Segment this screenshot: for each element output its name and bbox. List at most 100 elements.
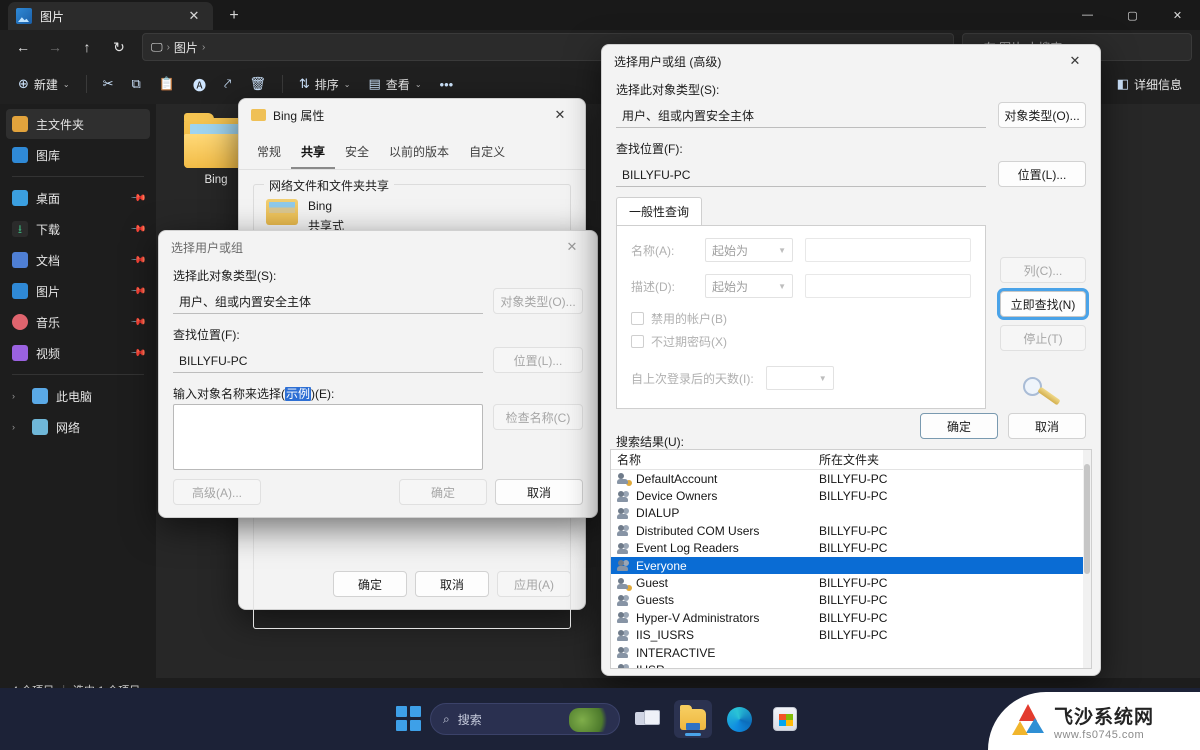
table-row[interactable]: Device Owners BILLYFU-PC <box>611 487 1091 504</box>
checkbox-disabled-accounts[interactable] <box>631 312 644 325</box>
adv-locations-button[interactable]: 位置(L)... <box>998 161 1086 187</box>
tab-customize[interactable]: 自定义 <box>459 137 515 169</box>
taskbar-file-explorer[interactable] <box>674 700 712 738</box>
forward-icon[interactable]: → <box>40 33 70 61</box>
locations-button[interactable]: 位置(L)... <box>493 347 583 373</box>
details-pane-button[interactable]: ◧ 详细信息 <box>1109 69 1190 99</box>
pin-icon-4[interactable]: 📌 <box>129 283 146 300</box>
chevron-right-icon[interactable]: › <box>12 391 24 401</box>
apply-button[interactable]: 应用(A) <box>497 571 571 597</box>
sidebar-item-videos[interactable]: 视频 📌 <box>6 338 150 368</box>
close-icon[interactable]: ✕ <box>183 5 205 27</box>
pin-icon[interactable]: 📌 <box>129 190 146 207</box>
adv-ok-button[interactable]: 确定 <box>920 413 998 439</box>
sidebar-item-gallery[interactable]: 图库 <box>6 140 150 170</box>
back-icon[interactable]: ← <box>8 33 38 61</box>
object-types-button[interactable]: 对象类型(O)... <box>493 288 583 314</box>
tab-security[interactable]: 安全 <box>335 137 379 169</box>
close-icon[interactable]: ✕ <box>1058 46 1092 76</box>
sidebar-item-documents[interactable]: 文档 📌 <box>6 245 150 275</box>
rename-button[interactable]: 🅐 <box>185 69 214 99</box>
table-row[interactable]: IUSR <box>611 661 1091 668</box>
stop-button[interactable]: 停止(T) <box>1000 325 1086 351</box>
start-button[interactable] <box>396 706 422 732</box>
pin-icon-3[interactable]: 📌 <box>129 252 146 269</box>
check-names-button[interactable]: 检查名称(C) <box>493 404 583 430</box>
examples-link[interactable]: 示例 <box>285 387 312 401</box>
location-field[interactable]: BILLYFU-PC <box>173 349 483 373</box>
adv-object-type-field[interactable]: 用户、组或内置安全主体 <box>616 104 986 128</box>
close-button[interactable]: ✕ <box>1155 0 1200 30</box>
tab-common-queries[interactable]: 一般性查询 <box>616 197 703 225</box>
sidebar-item-network[interactable]: › 网络 <box>6 412 150 442</box>
table-row[interactable]: DIALUP <box>611 505 1091 522</box>
pin-icon-2[interactable]: 📌 <box>129 221 146 238</box>
query-name-operator[interactable]: 起始为 ▼ <box>705 238 793 262</box>
sidebar-item-home[interactable]: 主文件夹 <box>6 109 150 139</box>
table-row[interactable]: DefaultAccount BILLYFU-PC <box>611 470 1091 487</box>
share-button[interactable]: ⤤ <box>216 69 239 99</box>
explorer-tab-pictures[interactable]: 图片 ✕ <box>8 2 213 30</box>
sidebar-item-pictures[interactable]: 图片 📌 <box>6 276 150 306</box>
checkbox-non-expiring-password[interactable] <box>631 335 644 348</box>
adv-cancel-button[interactable]: 取消 <box>1008 413 1086 439</box>
more-button[interactable]: ••• <box>432 69 462 99</box>
tab-previous-versions[interactable]: 以前的版本 <box>379 137 459 169</box>
sidebar-item-music[interactable]: 音乐 📌 <box>6 307 150 337</box>
ok-button[interactable]: 确定 <box>399 479 487 505</box>
paste-button[interactable]: 📋 <box>151 69 183 99</box>
delete-button[interactable]: 🗑 <box>241 69 274 99</box>
up-icon[interactable]: ↑ <box>72 33 102 61</box>
object-names-input[interactable] <box>173 404 483 470</box>
sidebar-item-desktop[interactable]: 桌面 📌 <box>6 183 150 213</box>
results-scrollbar[interactable] <box>1083 450 1091 668</box>
minimize-button[interactable]: — <box>1065 0 1110 30</box>
scrollbar-thumb[interactable] <box>1084 464 1090 574</box>
table-row[interactable]: Guests BILLYFU-PC <box>611 592 1091 609</box>
table-row[interactable]: Guest BILLYFU-PC <box>611 574 1091 591</box>
tab-general[interactable]: 常规 <box>247 137 291 169</box>
taskbar-edge[interactable] <box>720 700 758 738</box>
maximize-button[interactable]: ▢ <box>1110 0 1155 30</box>
search-results-list[interactable]: 名称 所在文件夹 DefaultAccount BILLYFU-PC Devic… <box>610 449 1092 669</box>
view-button[interactable]: ▤ 查看 ⌄ <box>361 69 430 99</box>
close-icon[interactable]: ✕ <box>555 232 589 262</box>
copy-button[interactable]: ⧉ <box>124 69 149 99</box>
days-since-logon-select[interactable]: ▼ <box>765 366 834 390</box>
refresh-icon[interactable]: ↻ <box>104 33 134 61</box>
sidebar-item-downloads[interactable]: ⭳ 下载 📌 <box>6 214 150 244</box>
close-icon[interactable]: ✕ <box>543 100 577 130</box>
cancel-button[interactable]: 取消 <box>415 571 489 597</box>
table-row-selected[interactable]: Everyone <box>611 556 1091 575</box>
find-now-button[interactable]: 立即查找(N) <box>1000 291 1086 317</box>
table-row[interactable]: Event Log Readers BILLYFU-PC <box>611 540 1091 557</box>
adv-object-types-button[interactable]: 对象类型(O)... <box>998 102 1086 128</box>
new-tab-button[interactable]: + <box>223 5 245 27</box>
table-row[interactable]: Distributed COM Users BILLYFU-PC <box>611 522 1091 539</box>
chevron-right-icon-2[interactable]: › <box>12 422 24 432</box>
query-name-input[interactable] <box>805 238 971 262</box>
sort-button[interactable]: ⇅ 排序 ⌄ <box>291 69 359 99</box>
advanced-button[interactable]: 高级(A)... <box>173 479 261 505</box>
table-row[interactable]: Hyper-V Administrators BILLYFU-PC <box>611 609 1091 626</box>
pin-icon-6[interactable]: 📌 <box>129 345 146 362</box>
cut-button[interactable]: ✂ <box>95 69 122 99</box>
disabled-accounts-row[interactable]: 禁用的帐户(B) <box>631 310 971 327</box>
adv-location-field[interactable]: BILLYFU-PC <box>616 163 986 187</box>
sidebar-item-this-pc[interactable]: › 此电脑 <box>6 381 150 411</box>
breadcrumb-item-pictures[interactable]: 图片 <box>174 39 198 56</box>
cancel-button[interactable]: 取消 <box>495 479 583 505</box>
query-desc-input[interactable] <box>805 274 971 298</box>
new-button[interactable]: ⊕ 新建 ⌄ <box>10 69 78 99</box>
tab-sharing[interactable]: 共享 <box>291 137 336 169</box>
non-expiring-password-row[interactable]: 不过期密码(X) <box>631 333 971 350</box>
taskbar-search[interactable]: ⌕ 搜索 <box>430 703 620 735</box>
table-row[interactable]: INTERACTIVE <box>611 644 1091 661</box>
query-desc-operator[interactable]: 起始为 ▼ <box>705 274 793 298</box>
columns-button[interactable]: 列(C)... <box>1000 257 1086 283</box>
ok-button[interactable]: 确定 <box>333 571 407 597</box>
table-row[interactable]: IIS_IUSRS BILLYFU-PC <box>611 627 1091 644</box>
taskbar-store[interactable] <box>766 700 804 738</box>
pin-icon-5[interactable]: 📌 <box>129 314 146 331</box>
task-view-button[interactable] <box>628 700 666 738</box>
